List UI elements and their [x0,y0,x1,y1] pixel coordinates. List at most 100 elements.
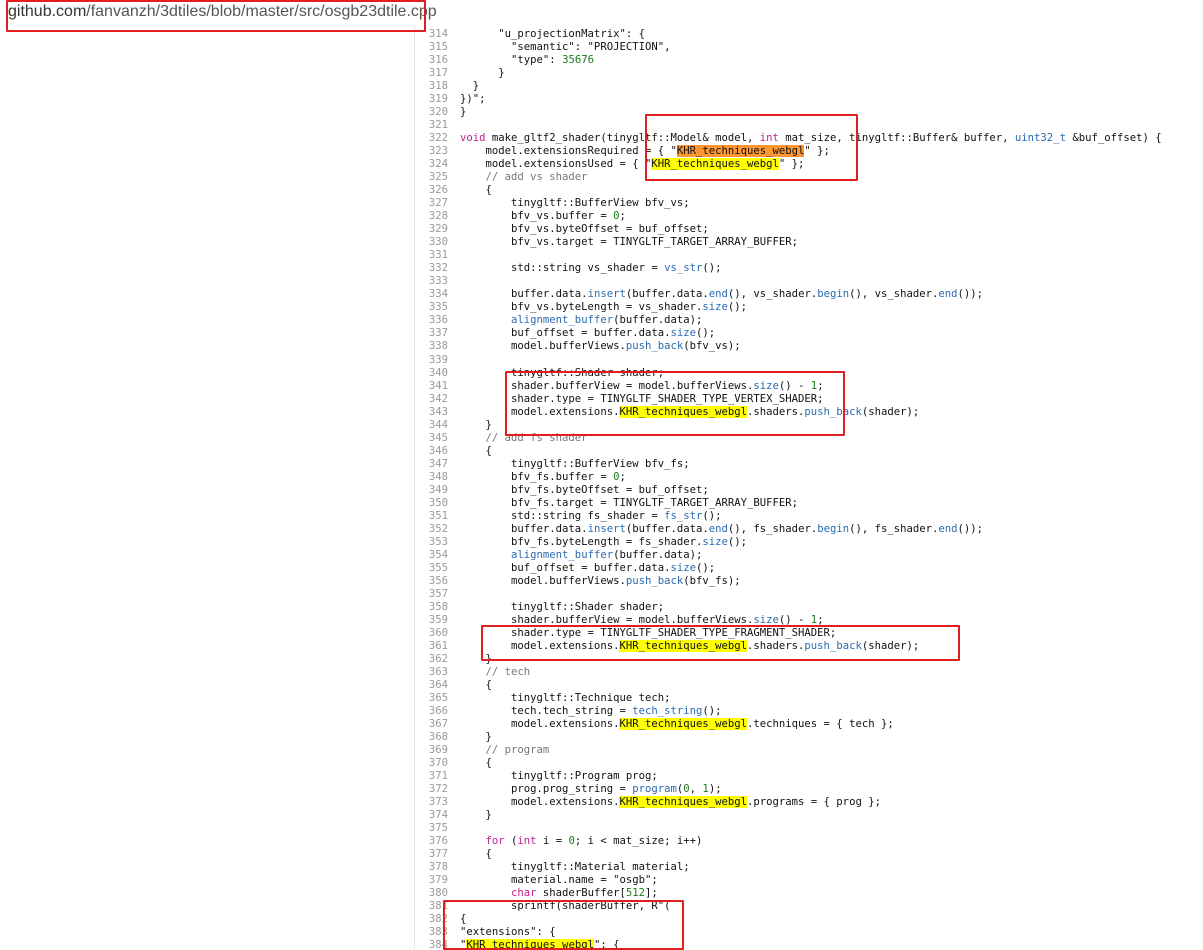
line-source: model.bufferViews.push_back(bfv_fs); [460,574,741,587]
line-number: 377 [428,848,448,861]
code-line-335: 335 bfv_vs.byteLength = vs_shader.size()… [414,301,747,314]
line-number: 315 [428,41,448,54]
line-source: "extensions": { [460,926,556,939]
line-number: 372 [428,783,448,796]
line-number: 367 [428,718,448,731]
code-line-373: 373 model.extensions.KHR_techniques_webg… [414,796,881,809]
code-line-384: 384 "KHR_techniques_webgl": { [414,939,619,949]
url-host: github.com [8,3,87,20]
code-line-324: 324 model.extensionsUsed = { "KHR_techni… [414,158,804,171]
code-line-334: 334 buffer.data.insert(buffer.data.end()… [414,288,983,301]
code-line-338: 338 model.bufferViews.push_back(bfv_vs); [414,340,741,353]
line-number: 363 [428,665,448,678]
url-text[interactable]: github.com/fanvanzh/3dtiles/blob/master/… [8,3,437,21]
line-source: model.extensionsUsed = { "KHR_techniques… [460,158,805,171]
code-line-344: 344 } [414,419,492,432]
line-number: 336 [428,314,448,327]
line-source: bfv_fs.byteOffset = buf_offset; [460,483,709,496]
line-number: 321 [428,119,448,132]
address-bar[interactable]: github.com/fanvanzh/3dtiles/blob/master/… [0,0,1203,26]
line-source: void make_gltf2_shader(tinygltf::Model& … [460,132,1162,145]
line-source: } [460,67,505,80]
line-number: 342 [428,392,448,405]
line-number: 375 [428,822,448,835]
line-number: 368 [428,731,448,744]
line-source: } [460,731,492,744]
line-source: alignment_buffer(buffer.data); [511,314,703,327]
line-number: 330 [428,236,448,249]
line-number: 351 [428,509,448,522]
line-source: model.extensions.KHR_techniques_webgl.sh… [460,639,920,652]
line-source: shader.type = TINYGLTF_SHADER_TYPE_FRAGM… [460,626,837,639]
line-number: 314 [428,28,448,40]
line-number: 326 [428,184,448,197]
line-number: 357 [428,587,448,600]
line-source: { [460,913,467,926]
line-source: material.name = "osgb"; [460,874,658,887]
code-line-340: 340 tinygltf::Shader shader; [414,367,664,380]
line-number: 379 [428,874,448,887]
line-source: tinygltf::Shader shader; [460,366,665,379]
code-line-356: 356 model.bufferViews.push_back(bfv_fs); [414,575,741,588]
code-line-336: 336 alignment_buffer(buffer.data); [414,314,703,327]
line-source: sprintf(shaderBuffer, R"( [460,900,671,913]
line-number: 370 [428,757,448,770]
line-source: // add fs shader [485,431,588,444]
code-viewer: 314 "u_projectionMatrix": {315 "semantic… [414,28,1203,949]
code-line-341: 341 shader.bufferView = model.bufferView… [414,380,824,393]
code-line-382: 382 { [414,913,467,926]
line-number: 329 [428,223,448,236]
code-line-315: 315 "semantic": "PROJECTION", [414,41,671,54]
code-line-367: 367 model.extensions.KHR_techniques_webg… [414,718,894,731]
line-source: bfv_vs.byteOffset = buf_offset; [460,223,709,236]
line-number: 331 [428,249,448,262]
line-source: std::string fs_shader = fs_str(); [460,509,722,522]
line-number: 323 [428,145,448,158]
code-line-351: 351 std::string fs_shader = fs_str(); [414,510,722,523]
line-number: 384 [428,939,448,949]
line-source: // program [485,744,550,757]
code-line-331: 331 [414,249,460,262]
code-line-361: 361 model.extensions.KHR_techniques_webg… [414,639,920,653]
code-line-380: 380 char shaderBuffer[512]; [414,887,658,900]
code-line-379: 379 material.name = "osgb"; [414,874,658,887]
code-line-368: 368 } [414,731,492,744]
code-line-358: 358 tinygltf::Shader shader; [414,601,664,614]
line-number: 358 [428,600,448,613]
code-line-370: 370 { [414,757,492,770]
line-number: 373 [428,796,448,809]
line-source: std::string vs_shader = vs_str(); [460,262,722,275]
code-line-330: 330 bfv_vs.target = TINYGLTF_TARGET_ARRA… [414,236,798,249]
line-number: 360 [428,626,448,639]
code-line-314: 314 "u_projectionMatrix": { [414,28,645,41]
line-source: model.extensions.KHR_techniques_webgl.te… [460,718,894,731]
line-source: bfv_vs.buffer = 0; [460,210,626,223]
line-number: 371 [428,770,448,783]
line-source: { [460,848,492,861]
code-line-362: 362 } [414,653,492,666]
line-source: model.extensions.KHR_techniques_webgl.sh… [460,405,920,418]
line-source: { [460,184,492,197]
line-source: prog.prog_string = program(0, 1); [460,783,722,796]
blank-side-panel [0,26,415,949]
line-number: 337 [428,327,448,340]
line-number: 332 [428,262,448,275]
line-source: model.extensions.KHR_techniques_webgl.pr… [460,796,881,809]
line-source: buf_offset = buffer.data.size(); [460,327,716,340]
line-source: bfv_fs.buffer = 0; [460,470,626,483]
line-number: 322 [428,132,448,145]
line-source: { [460,757,492,770]
line-source: shader.type = TINYGLTF_SHADER_TYPE_VERTE… [460,392,824,405]
line-source: "type": 35676 [460,54,594,67]
line-number: 343 [428,405,448,418]
line-source: "KHR_techniques_webgl": { [448,939,619,949]
code-line-320: 320} [414,106,467,119]
code-line-360: 360 shader.type = TINYGLTF_SHADER_TYPE_F… [414,627,836,640]
line-source: // tech [485,665,531,678]
line-number: 352 [428,522,448,535]
code-line-325: 325 // add vs shader [414,171,588,184]
code-line-319: 319})"; [414,93,486,106]
line-number: 353 [428,535,448,548]
url-path: /fanvanzh/3dtiles/blob/master/src/osgb23… [86,3,437,20]
code-line-369: 369 // program [414,744,549,757]
